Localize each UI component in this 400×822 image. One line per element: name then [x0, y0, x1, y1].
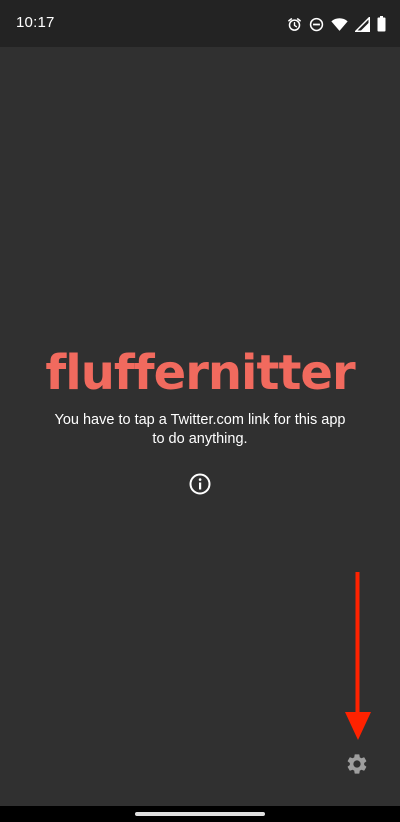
info-button[interactable]: [188, 472, 212, 496]
do-not-disturb-icon: [309, 17, 324, 32]
battery-icon: [377, 16, 386, 32]
wifi-icon: [331, 17, 348, 32]
cell-signal-icon: [355, 16, 370, 32]
settings-button[interactable]: [345, 752, 369, 776]
alarm-icon: [287, 17, 302, 32]
info-icon: [189, 473, 211, 495]
annotation-arrow: [345, 572, 371, 740]
hint-text: You have to tap a Twitter.com link for t…: [54, 412, 346, 447]
status-icons: [287, 15, 386, 33]
app-screen: 10:17 fluffernitter You have to tap a Tw…: [0, 0, 400, 822]
gesture-handle[interactable]: [135, 812, 265, 816]
app-title: fluffernitter: [45, 345, 355, 401]
gear-icon: [347, 754, 367, 774]
navigation-bar: [0, 806, 400, 822]
status-bar: 10:17: [0, 0, 400, 47]
status-time: 10:17: [16, 14, 55, 31]
